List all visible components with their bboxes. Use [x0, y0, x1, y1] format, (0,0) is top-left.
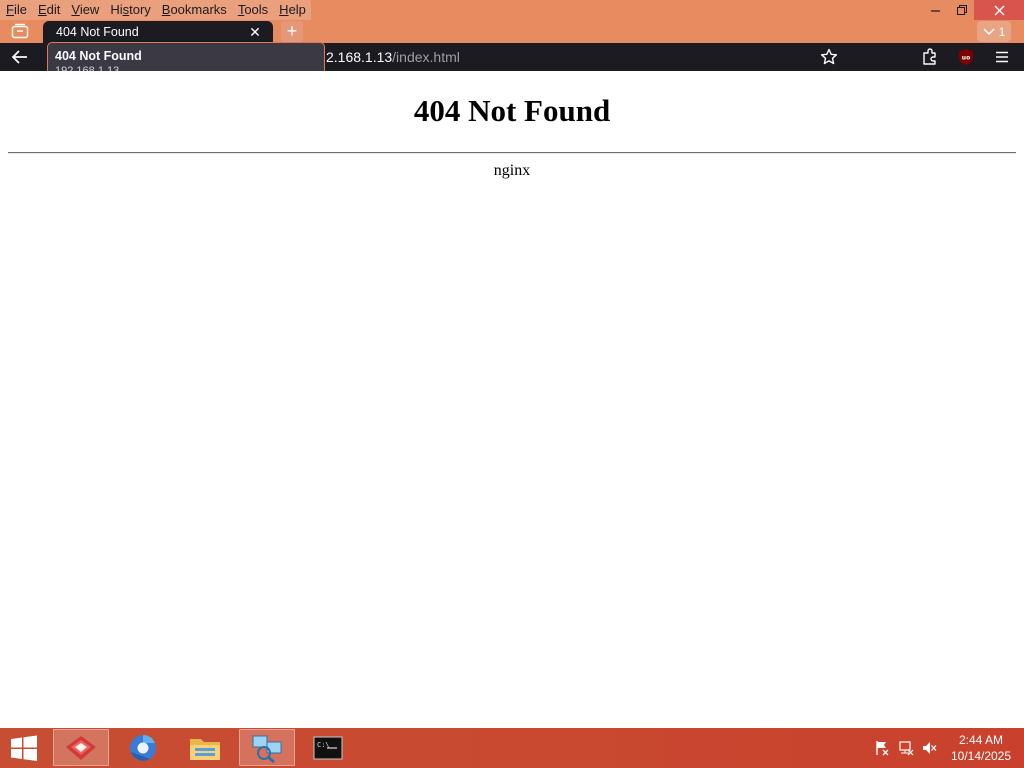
- close-icon: [994, 5, 1004, 15]
- network-tray-icon[interactable]: [898, 740, 914, 756]
- ublock-button[interactable]: uo: [957, 48, 975, 71]
- svg-text:uo: uo: [962, 55, 970, 62]
- tooltip-title: 404 Not Found: [55, 49, 142, 63]
- taskbar-file-explorer[interactable]: [177, 729, 233, 766]
- mute-icon[interactable]: [921, 740, 937, 756]
- extensions-icon: [923, 48, 936, 65]
- tab-overview-icon: [11, 23, 29, 39]
- tab-list-button[interactable]: 1: [977, 21, 1011, 42]
- start-button[interactable]: [2, 729, 46, 766]
- taskbar: C:\ 2:44 AM 10/14/2025: [0, 728, 1024, 768]
- menu-help[interactable]: Help: [273, 0, 311, 20]
- action-center-flag-icon[interactable]: [874, 740, 890, 756]
- back-button[interactable]: [10, 47, 32, 67]
- menu-edit[interactable]: Edit: [31, 0, 66, 20]
- tab-overview-button[interactable]: [8, 21, 32, 41]
- url-bar[interactable]: 2.168.1.13/index.html: [326, 49, 460, 65]
- windows-start-icon: [11, 735, 37, 761]
- minimize-icon: [931, 10, 940, 12]
- menu-view[interactable]: View: [65, 0, 105, 20]
- taskbar-browser[interactable]: [115, 729, 171, 766]
- menu-tools[interactable]: Tools: [231, 0, 274, 20]
- title-bar: File Edit View History Bookmarks Tools H…: [0, 0, 1024, 43]
- chrome-icon: [130, 734, 156, 761]
- menu-file[interactable]: File: [0, 0, 32, 20]
- taskbar-clock[interactable]: 2:44 AM 10/14/2025: [946, 732, 1016, 764]
- firefox-icon: [66, 735, 96, 760]
- window-close-button[interactable]: [974, 0, 1024, 20]
- menu-bar: File Edit View History Bookmarks Tools H…: [0, 0, 311, 20]
- plus-icon: +: [286, 21, 298, 41]
- page-content: 404 Not Found nginx: [0, 71, 1024, 728]
- cmd-icon: C:\: [313, 736, 343, 759]
- clock-date: 10/14/2025: [950, 749, 1012, 763]
- star-icon: [820, 48, 838, 65]
- menu-history[interactable]: History: [104, 0, 156, 20]
- file-explorer-icon: [190, 738, 220, 760]
- app-menu-button[interactable]: [993, 48, 1011, 71]
- tab-title: 404 Not Found: [56, 25, 139, 39]
- taskbar-firefox[interactable]: [53, 729, 109, 766]
- server-name: nginx: [493, 162, 531, 179]
- url-path: /index.html: [392, 49, 460, 65]
- hamburger-menu-icon: [996, 51, 1008, 63]
- url-host: 2.168.1.13: [326, 49, 393, 65]
- restore-icon: [957, 5, 967, 15]
- network-icon: [252, 735, 282, 763]
- back-arrow-icon: [11, 50, 27, 64]
- clock-time: 2:44 AM: [958, 733, 1004, 747]
- ublock-icon: uo: [959, 49, 973, 65]
- menu-bookmarks[interactable]: Bookmarks: [155, 0, 232, 20]
- divider: [8, 152, 1016, 154]
- bookmark-star-button[interactable]: [820, 48, 838, 71]
- tab-active[interactable]: 404 Not Found ✕: [43, 21, 273, 43]
- taskbar-command-prompt[interactable]: C:\: [300, 729, 356, 766]
- new-tab-button[interactable]: +: [281, 21, 303, 42]
- chevron-down-icon: [983, 27, 995, 35]
- taskbar-network-app[interactable]: [239, 729, 295, 766]
- page-heading: 404 Not Found: [413, 93, 611, 128]
- extensions-button[interactable]: [921, 48, 939, 71]
- tab-close-icon[interactable]: ✕: [245, 24, 265, 41]
- tab-count: 1: [998, 24, 1006, 39]
